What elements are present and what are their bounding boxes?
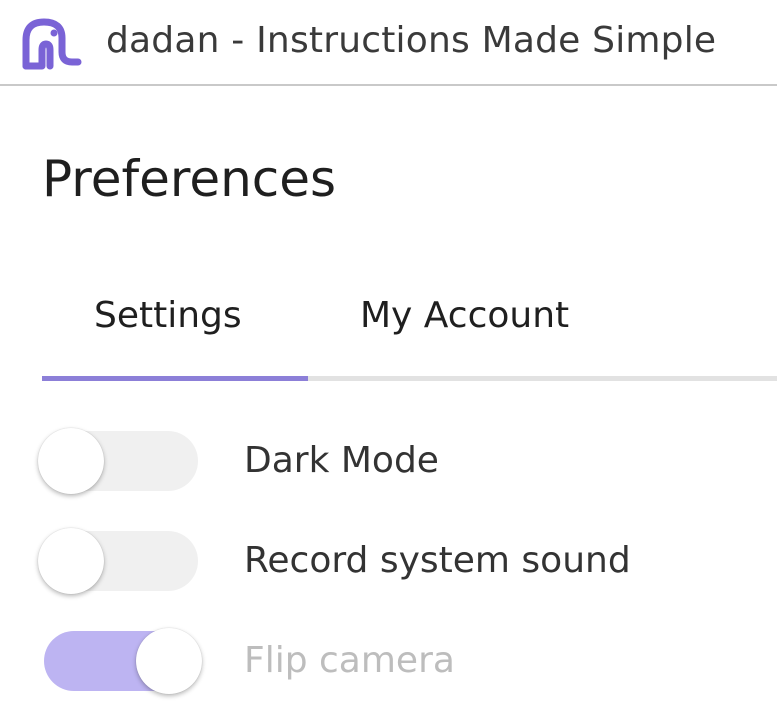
toggle-knob: [38, 528, 104, 594]
flip-camera-toggle[interactable]: [38, 628, 202, 694]
tab-my-account[interactable]: My Account: [360, 286, 569, 346]
flip-camera-label: Flip camera: [244, 640, 455, 681]
toggle-knob: [38, 428, 104, 494]
page-title: Preferences: [42, 150, 337, 208]
dadan-logo-icon: [22, 18, 82, 70]
active-tab-indicator: [42, 376, 308, 381]
toggle-knob: [136, 628, 202, 694]
preferences-window: dadan - Instructions Made Simple Prefere…: [0, 0, 777, 723]
app-title: dadan - Instructions Made Simple: [106, 20, 717, 61]
record-system-sound-label: Record system sound: [244, 540, 631, 581]
setting-flip-camera: Flip camera: [38, 628, 738, 698]
title-bar: dadan - Instructions Made Simple: [0, 0, 777, 86]
tab-settings[interactable]: Settings: [94, 286, 242, 346]
setting-dark-mode: Dark Mode: [38, 428, 738, 498]
dark-mode-label: Dark Mode: [244, 440, 439, 481]
setting-record-system-sound: Record system sound: [38, 528, 738, 598]
record-system-sound-toggle[interactable]: [38, 528, 202, 594]
tab-bar: Settings My Account: [42, 286, 777, 382]
dark-mode-toggle[interactable]: [38, 428, 202, 494]
